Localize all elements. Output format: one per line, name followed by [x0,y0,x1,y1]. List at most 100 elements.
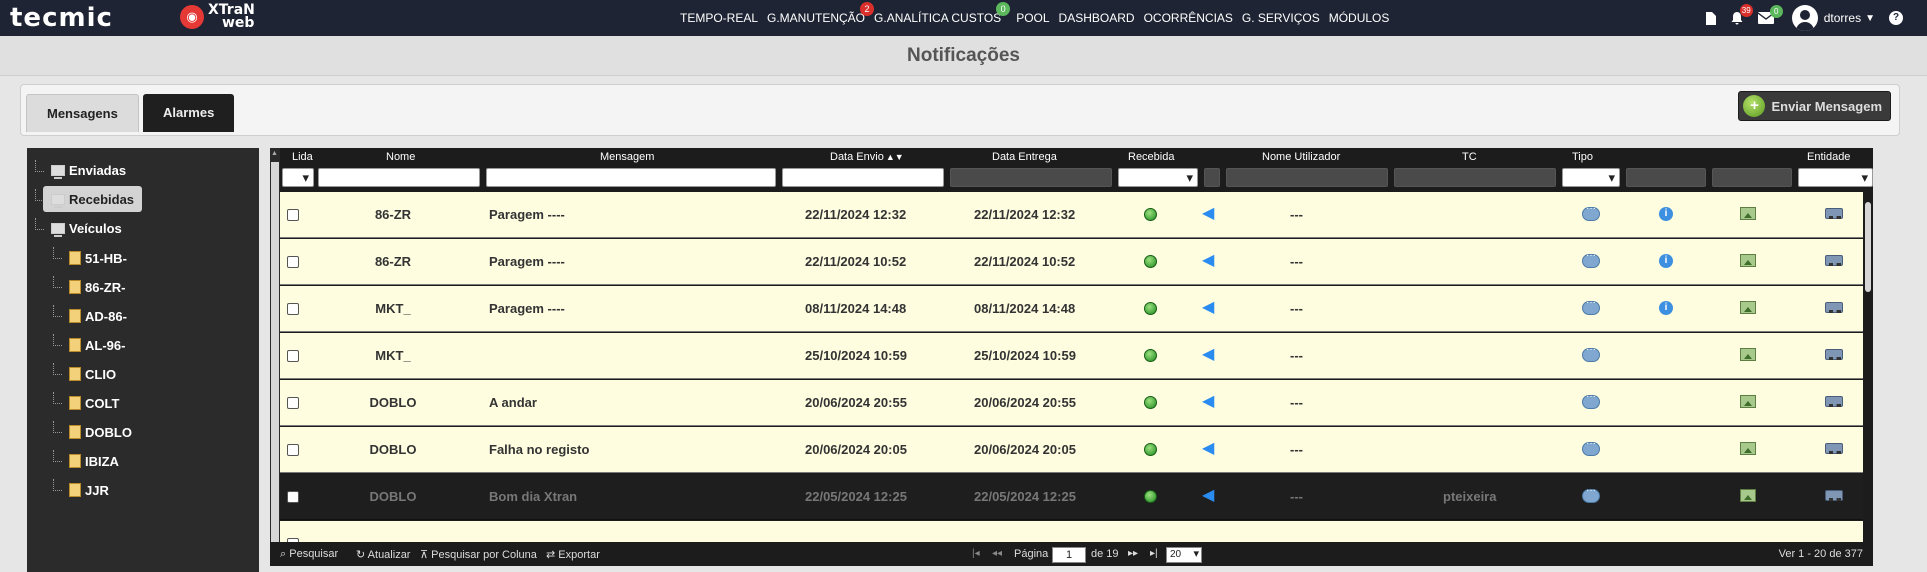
col-header-received[interactable]: Recebida [1128,151,1174,163]
help-icon[interactable]: ? [1889,11,1903,25]
col-header-delivery-date[interactable]: Data Entrega [992,151,1057,163]
first-page-icon[interactable]: |◂ [972,548,980,559]
table-row[interactable]: DOBLO Bom dia Xtran 22/05/2024 12:25 22/05/… [280,474,1873,520]
col-header-read[interactable]: Lida [292,151,313,163]
row-read-checkbox[interactable] [287,538,299,542]
col-header-tc[interactable]: TC [1462,151,1477,163]
truck-icon[interactable] [1825,490,1843,501]
truck-icon[interactable] [1825,208,1843,219]
table-row[interactable] [280,521,1873,542]
col-header-sent-date[interactable]: Data Envio ▲▼ [830,151,904,163]
nav-analitica-custos[interactable]: G.ANALÍTICA CUSTOS 0 [874,2,1011,25]
tree-vehicle[interactable]: DOBLO [69,420,132,444]
image-icon[interactable] [1740,301,1756,314]
tree-vehicle[interactable]: 86-ZR- [69,275,125,299]
table-row[interactable]: 86-ZR Paragem ---- 22/11/2024 12:32 22/11/2… [280,192,1873,238]
image-icon[interactable] [1740,207,1756,220]
xtran-web-logo[interactable]: ◉ XTraN web [180,3,255,30]
tree-vehicle[interactable]: JJR [69,478,109,502]
tree-vehicle[interactable]: AD-86- [69,304,127,328]
send-message-button[interactable]: + Enviar Mensagem [1738,91,1891,121]
col-header-type[interactable]: Tipo [1572,151,1593,163]
tree-item-sent[interactable]: Enviadas [51,158,126,182]
tree-vehicle[interactable]: COLT [69,391,119,415]
filter-entity-select[interactable] [1798,168,1873,187]
filter-sent-date-input[interactable] [782,168,944,187]
row-read-checkbox[interactable] [287,209,299,221]
nav-modulos[interactable]: MÓDULOS [1329,11,1390,25]
image-icon[interactable] [1740,442,1756,455]
truck-icon[interactable] [1825,443,1843,454]
col-header-message[interactable]: Mensagem [600,151,654,163]
col-header-user-name[interactable]: Nome Utilizador [1262,151,1340,163]
image-icon[interactable] [1740,489,1756,502]
nav-ocorrencias[interactable]: OCORRÊNCIAS [1144,11,1233,25]
filter-type-select[interactable] [1562,168,1620,187]
message-type-icon[interactable] [1582,250,1600,268]
truck-icon[interactable] [1825,302,1843,313]
message-type-icon[interactable] [1582,297,1600,315]
row-read-checkbox[interactable] [287,350,299,362]
message-type-icon[interactable] [1582,438,1600,456]
info-icon[interactable]: i [1659,301,1673,315]
table-row[interactable]: MKT_ 25/10/2024 10:59 25/10/2024 10:59 ◀ --- [280,333,1873,379]
page-number-input[interactable]: 1 [1052,547,1086,563]
row-read-checkbox[interactable] [287,397,299,409]
tab-messages[interactable]: Mensagens [26,94,139,132]
tree-vehicle[interactable]: CLIO [69,362,116,386]
scroll-thumb[interactable] [271,162,279,542]
truck-icon[interactable] [1825,349,1843,360]
envelope-icon[interactable]: 0 [1757,5,1783,24]
user-menu[interactable]: dtorres ▼ [1791,5,1875,31]
truck-icon[interactable] [1825,396,1843,407]
refresh-button[interactable]: ↻ Atualizar [356,548,410,561]
message-type-icon[interactable] [1582,344,1600,362]
message-type-icon[interactable] [1582,391,1600,409]
filter-received-select[interactable] [1118,168,1198,187]
nav-tempo-real[interactable]: TEMPO-REAL [680,11,758,25]
tree-vehicle[interactable]: 51-HB- [69,246,127,270]
page-size-select[interactable]: 20 [1166,547,1202,563]
scroll-thumb[interactable] [1865,202,1871,292]
tree-vehicle[interactable]: IBIZA [69,449,119,473]
nav-manutencao[interactable]: G.MANUTENÇÃO 2 [767,2,875,25]
filter-read-select[interactable] [282,168,314,187]
table-row[interactable]: 86-ZR Paragem ---- 22/11/2024 10:52 22/11/2… [280,239,1873,285]
image-icon[interactable] [1740,348,1756,361]
tree-item-vehicles[interactable]: Veículos [51,216,122,240]
export-button[interactable]: ⇄ Exportar [546,548,600,561]
tree-vehicle[interactable]: AL-96- [69,333,125,357]
filter-name-input[interactable] [318,168,480,187]
row-read-checkbox[interactable] [287,491,299,503]
column-search-button[interactable]: ⊼ Pesquisar por Coluna [420,548,537,561]
table-row[interactable]: DOBLO Falha no registo 20/06/2024 20:05 20/… [280,427,1873,473]
message-type-icon[interactable] [1582,203,1600,221]
row-read-checkbox[interactable] [287,256,299,268]
col-header-name[interactable]: Nome [386,151,415,163]
bell-icon[interactable]: 39 [1730,4,1753,25]
nav-pool[interactable]: POOL [1016,11,1049,25]
tab-alarms[interactable]: Alarmes [143,94,235,132]
info-icon[interactable]: i [1659,254,1673,268]
message-type-icon[interactable] [1582,485,1600,503]
filter-message-input[interactable] [486,168,776,187]
table-row[interactable]: DOBLO A andar 20/06/2024 20:55 20/06/2024 2… [280,380,1873,426]
nav-dashboard[interactable]: DASHBOARD [1059,11,1135,25]
info-icon[interactable]: i [1659,207,1673,221]
document-icon[interactable] [1705,11,1716,25]
image-icon[interactable] [1740,254,1756,267]
table-row[interactable]: MKT_ Paragem ---- 08/11/2024 14:48 08/11/20… [280,286,1873,332]
last-page-icon[interactable]: ▸| [1150,548,1158,559]
prev-page-icon[interactable]: ◂◂ [992,548,1002,559]
col-header-entity[interactable]: Entidade [1807,151,1850,163]
grid-right-scrollbar[interactable] [1863,192,1873,542]
tecmic-logo[interactable]: tecmic [10,4,113,32]
row-read-checkbox[interactable] [287,444,299,456]
next-page-icon[interactable]: ▸▸ [1128,548,1138,559]
nav-servicos[interactable]: G. SERVIÇOS [1242,11,1320,25]
image-icon[interactable] [1740,395,1756,408]
row-read-checkbox[interactable] [287,303,299,315]
truck-icon[interactable] [1825,255,1843,266]
grid-left-scrollbar[interactable]: ▲ [270,148,280,542]
tree-item-received[interactable]: Recebidas [43,186,143,212]
